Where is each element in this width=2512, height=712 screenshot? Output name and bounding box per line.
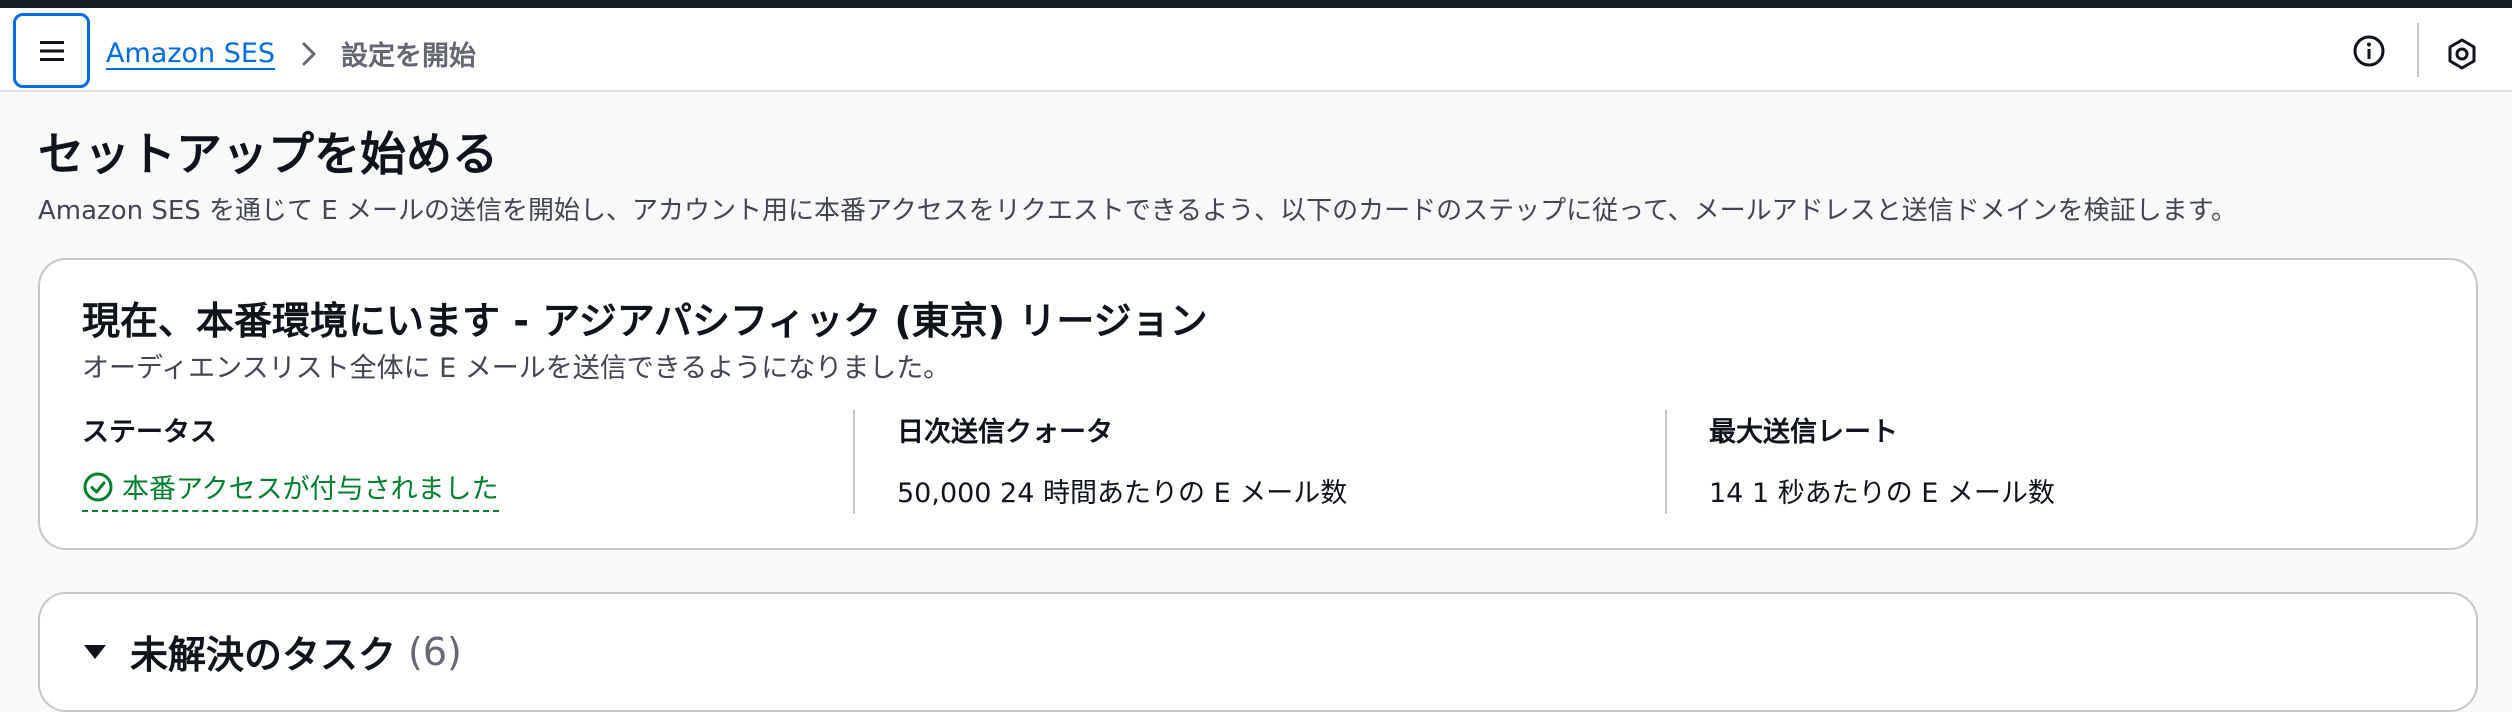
pending-tasks-card: 未解決のタスク (6) xyxy=(38,592,2478,712)
daily-quota-column: 日次送信クォータ 50,000 24 時間あたりの E メール数 xyxy=(853,410,1664,514)
status-label: ステータス xyxy=(82,417,217,448)
page-header: Amazon SES 設定を開始 xyxy=(0,8,2512,92)
status-column: ステータス 本番アクセスが付与されました xyxy=(82,410,852,514)
card-subtitle: オーディエンスリスト全体に E メールを送信できるようになりました。 xyxy=(82,353,951,384)
info-icon[interactable] xyxy=(2352,34,2386,68)
daily-quota-value: 50,000 24 時間あたりの E メール数 xyxy=(897,478,1348,509)
breadcrumb: Amazon SES 設定を開始 xyxy=(106,34,476,73)
max-rate-label: 最大送信レート xyxy=(1709,417,1898,448)
max-rate-column: 最大送信レート 14 1 秒あたりの E メール数 xyxy=(1665,410,2425,514)
menu-icon xyxy=(39,40,64,61)
status-value[interactable]: 本番アクセスが付与されました xyxy=(82,467,499,512)
header-divider xyxy=(2417,23,2419,77)
daily-quota-label: 日次送信クォータ xyxy=(897,417,1113,448)
breadcrumb-current: 設定を開始 xyxy=(341,41,477,72)
chevron-right-icon xyxy=(302,42,316,65)
top-strip xyxy=(0,0,2512,8)
breadcrumb-link-amazon-ses[interactable]: Amazon SES xyxy=(106,38,275,69)
page-description: Amazon SES を通じて E メールの送信を開始し、アカウント用に本番アク… xyxy=(38,196,2237,226)
account-status-card: 現在、本番環境にいます - アジアパシフィック (東京) リージョン オーディエ… xyxy=(38,258,2478,550)
status-value-text: 本番アクセスが付与されました xyxy=(122,474,499,505)
navigation-menu-button[interactable] xyxy=(13,13,90,88)
card-title: 現在、本番環境にいます - アジアパシフィック (東京) リージョン xyxy=(82,299,1208,343)
check-circle-icon xyxy=(83,472,113,501)
hexagon-icon[interactable] xyxy=(2446,38,2478,70)
page-title: セットアップを始める xyxy=(38,127,498,181)
max-rate-value: 14 1 秒あたりの E メール数 xyxy=(1709,478,2055,509)
